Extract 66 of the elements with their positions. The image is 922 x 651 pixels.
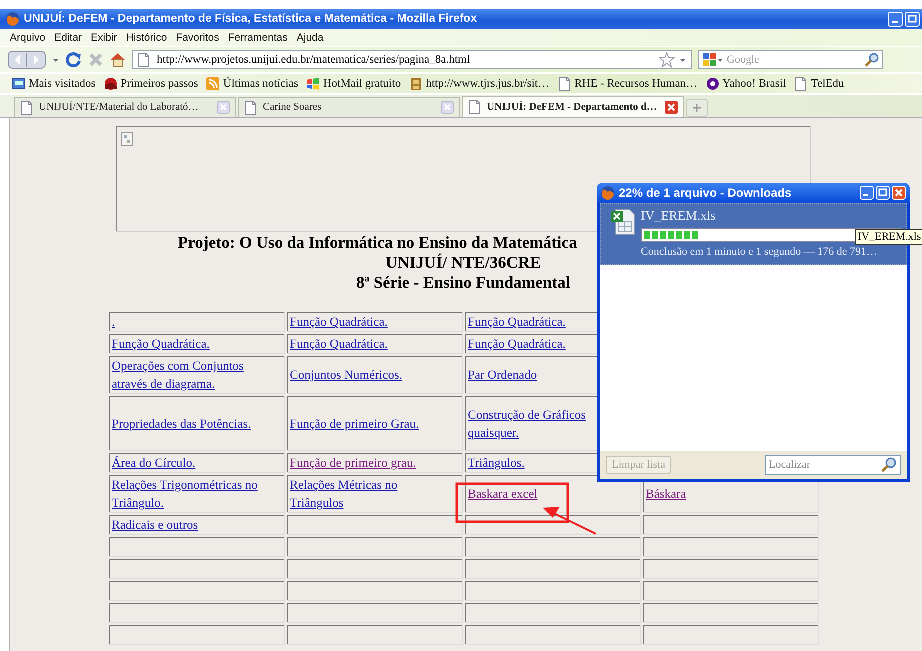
bookmark-item[interactable]: Mais visitados bbox=[12, 76, 96, 90]
page-icon bbox=[244, 100, 258, 114]
search-field[interactable]: Localizar bbox=[765, 455, 901, 475]
search-field[interactable]: Google bbox=[698, 50, 883, 69]
page-heading: 8ª Série - Ensino Fundamental bbox=[356, 273, 570, 293]
page-icon bbox=[20, 100, 34, 114]
home-icon[interactable] bbox=[110, 52, 126, 68]
bookmark-item[interactable]: Yahoo! Brasil bbox=[706, 76, 786, 90]
menu-item[interactable]: Exibir bbox=[91, 32, 118, 44]
bookmark-item[interactable]: http://www.tjrs.jus.br/sit… bbox=[409, 76, 550, 90]
menu-item[interactable]: Arquivo bbox=[10, 32, 46, 44]
search-input[interactable]: Localizar bbox=[769, 459, 881, 471]
new-tab-icon[interactable] bbox=[686, 99, 708, 117]
maximize-icon[interactable] bbox=[876, 186, 890, 200]
firefox-icon bbox=[6, 12, 20, 26]
page-link[interactable]: Par Ordenado bbox=[468, 366, 538, 384]
menu-item[interactable]: Ajuda bbox=[296, 32, 324, 44]
window-title: UNIJUÍ: DeFEM - Departamento de Física, Estatística e Matemática - Mozilla Firefox bbox=[24, 13, 478, 25]
building-icon bbox=[409, 76, 424, 90]
tab[interactable]: UNIJUÍ: DeFEM - Departamento d… bbox=[462, 96, 684, 117]
tab[interactable]: UNIJUÍ/NTE/Material do Laborató… bbox=[14, 97, 236, 117]
star-icon[interactable] bbox=[659, 52, 675, 68]
page-link[interactable]: Báskara bbox=[646, 485, 686, 503]
badge-icon bbox=[706, 76, 720, 90]
firefox-icon bbox=[601, 186, 615, 200]
google-icon[interactable] bbox=[702, 52, 724, 68]
page-link[interactable]: . bbox=[112, 313, 116, 331]
menu-item[interactable]: Histórico bbox=[126, 32, 168, 44]
tab[interactable]: Carine Soares bbox=[238, 97, 460, 117]
arrow bbox=[543, 507, 596, 535]
menu-item[interactable]: Editar bbox=[54, 32, 82, 44]
bookmark-item[interactable]: Últimas notícias bbox=[206, 76, 298, 90]
spreadsheet-icon bbox=[611, 208, 637, 236]
flower-icon bbox=[104, 76, 118, 90]
page-link[interactable]: Baskara excel bbox=[468, 485, 538, 503]
stop-icon bbox=[88, 52, 104, 68]
menu-item[interactable]: Ferramentas bbox=[228, 32, 288, 44]
search-icon[interactable] bbox=[881, 457, 897, 473]
minimize-icon[interactable] bbox=[888, 12, 903, 26]
page-heading: UNIJUÍ/ NTE/36CRE bbox=[386, 253, 542, 273]
search-input[interactable]: Google bbox=[727, 54, 862, 66]
folder-icon bbox=[12, 76, 26, 90]
file-name: IV_EREM.xls bbox=[641, 208, 717, 224]
minimize-icon[interactable] bbox=[860, 186, 874, 200]
bookmark-item[interactable]: HotMail gratuito bbox=[306, 76, 402, 90]
tooltip: IV_EREM.xls bbox=[855, 229, 922, 245]
search-icon[interactable] bbox=[865, 52, 879, 66]
page-icon bbox=[137, 52, 151, 66]
bookmark-item[interactable]: TelEdu bbox=[794, 76, 844, 90]
bookmark-item[interactable]: Primeiros passos bbox=[104, 76, 198, 90]
page-icon bbox=[468, 100, 482, 114]
reload-icon[interactable] bbox=[66, 52, 82, 68]
address-field[interactable]: http://www.projetos.unijui.edu.br/matematica/series/pagina_8a.html bbox=[132, 50, 692, 69]
page-icon bbox=[794, 76, 808, 90]
feed-icon bbox=[206, 76, 220, 90]
menu-item[interactable]: Favoritos bbox=[176, 32, 220, 44]
page-icon bbox=[558, 76, 572, 90]
window-flag-icon bbox=[306, 76, 320, 90]
page-heading: Projeto: O Uso da Informática no Ensino da Matemática bbox=[178, 233, 578, 253]
close-icon[interactable] bbox=[665, 100, 678, 114]
maximize-icon[interactable] bbox=[905, 12, 920, 26]
back-forward-icon[interactable] bbox=[8, 50, 46, 70]
download-status: Conclusão em 1 minuto e 1 segundo — 176 de 791… bbox=[641, 246, 878, 258]
broken-image-icon bbox=[121, 132, 133, 146]
bookmark-item[interactable]: RHE - Recursos Human… bbox=[558, 76, 698, 90]
window-title: 22% de 1 arquivo - Downloads bbox=[619, 186, 792, 200]
